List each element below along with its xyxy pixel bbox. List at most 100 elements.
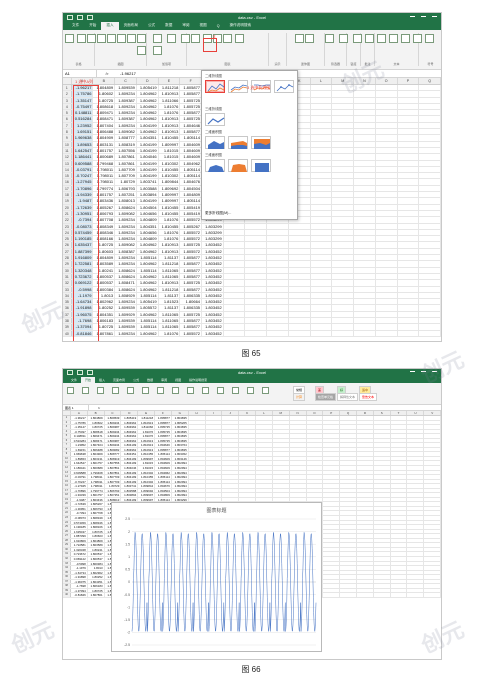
row-number[interactable]: 8	[63, 447, 71, 452]
name-box[interactable]: A1	[63, 70, 97, 77]
row-number[interactable]: 14	[63, 166, 72, 173]
empty-cell[interactable]	[224, 299, 246, 305]
table-cell[interactable]: -1.64734	[71, 570, 88, 575]
table-cell[interactable]: 1.811218	[159, 85, 181, 91]
empty-cell[interactable]	[374, 475, 391, 479]
empty-cell[interactable]	[407, 506, 425, 511]
empty-cell[interactable]	[398, 210, 420, 217]
empty-cell[interactable]	[376, 135, 398, 141]
empty-cell[interactable]	[340, 516, 357, 520]
empty-cell[interactable]	[374, 502, 391, 506]
empty-cell[interactable]	[398, 129, 420, 135]
empty-cell[interactable]	[245, 292, 268, 299]
empty-cell[interactable]	[357, 438, 374, 443]
table-cell[interactable]: 0.723672	[71, 552, 88, 556]
cell-style-7[interactable]: 警告文本	[359, 393, 378, 401]
empty-cell[interactable]	[391, 566, 408, 570]
empty-cell[interactable]	[376, 204, 398, 210]
empty-cell[interactable]	[256, 493, 273, 497]
table-cell[interactable]: -0.5998	[71, 561, 88, 566]
empty-cell[interactable]	[354, 261, 376, 267]
empty-cell[interactable]	[311, 236, 333, 242]
empty-cell[interactable]	[239, 434, 257, 438]
empty-cell[interactable]	[391, 447, 408, 452]
empty-cell[interactable]	[354, 110, 376, 116]
empty-cell[interactable]	[311, 324, 333, 330]
table-cell[interactable]: 1.804656	[137, 229, 159, 236]
row-number[interactable]: 36	[63, 305, 72, 311]
row-number[interactable]: 4	[63, 103, 72, 110]
empty-cell[interactable]	[311, 192, 333, 198]
empty-cell[interactable]	[267, 311, 289, 317]
row-number[interactable]: 19	[63, 497, 71, 502]
empty-cell[interactable]	[267, 261, 289, 267]
table-cell[interactable]: 1.805114	[155, 497, 172, 502]
empty-cell[interactable]	[424, 479, 441, 484]
row-number[interactable]: 28	[63, 538, 71, 543]
table-cell[interactable]: 1.810913	[138, 447, 156, 452]
empty-cell[interactable]	[323, 425, 341, 429]
empty-cell[interactable]	[376, 267, 398, 273]
table-cell[interactable]: 1.809387	[105, 438, 122, 443]
row-number[interactable]: 15	[63, 173, 72, 179]
row-number[interactable]: 38	[63, 584, 71, 588]
empty-cell[interactable]	[323, 516, 341, 520]
row-number[interactable]: 7	[63, 122, 72, 129]
empty-cell[interactable]	[424, 484, 441, 488]
row-number[interactable]: 6	[63, 438, 71, 443]
empty-cell[interactable]	[340, 538, 357, 543]
empty-cell[interactable]	[332, 286, 355, 292]
empty-cell[interactable]	[311, 210, 333, 217]
empty-cell[interactable]	[374, 525, 391, 529]
empty-cell[interactable]	[311, 248, 333, 255]
column-header-D[interactable]: D	[121, 411, 139, 415]
empty-cell[interactable]	[332, 210, 355, 217]
table-cell[interactable]: 1.804962	[180, 160, 203, 166]
empty-cell[interactable]	[407, 420, 425, 425]
row-number[interactable]: 12	[63, 154, 72, 160]
empty-cell[interactable]	[245, 286, 268, 292]
empty-cell[interactable]	[332, 154, 355, 160]
table-cell[interactable]: 1.804609	[180, 141, 203, 147]
table-cell[interactable]: 1.809844	[159, 179, 181, 185]
window-controls[interactable]	[410, 369, 437, 376]
empty-cell[interactable]	[354, 154, 376, 160]
ribbon-button-8[interactable]: 屏幕截图	[137, 46, 146, 56]
table-cell[interactable]: 1.808349	[88, 516, 105, 520]
column-header-L[interactable]: L	[311, 78, 333, 84]
empty-cell[interactable]	[424, 434, 441, 438]
row-number[interactable]: 3	[63, 97, 72, 103]
empty-cell[interactable]	[391, 434, 408, 438]
table-cell[interactable]: 1.810913	[159, 242, 181, 248]
empty-cell[interactable]	[206, 493, 223, 497]
empty-cell[interactable]	[311, 223, 333, 229]
empty-cell[interactable]	[407, 484, 425, 488]
empty-cell[interactable]	[357, 570, 374, 575]
table-cell[interactable]: 1.810913	[159, 129, 181, 135]
row-number[interactable]: 32	[63, 280, 72, 286]
table-cell[interactable]: 1.802994	[172, 461, 189, 466]
empty-cell[interactable]	[391, 429, 408, 434]
table-cell[interactable]: 1.81076	[159, 330, 181, 336]
table-cell[interactable]: 1.804199	[121, 456, 139, 461]
empty-cell[interactable]	[407, 452, 425, 456]
empty-cell[interactable]	[407, 447, 425, 452]
table-cell[interactable]: 1.805114	[180, 198, 203, 204]
empty-cell[interactable]	[311, 173, 333, 179]
empty-cell[interactable]	[340, 575, 357, 579]
table-cell[interactable]: 1.805419	[137, 85, 159, 91]
empty-cell[interactable]	[332, 261, 355, 267]
empty-cell[interactable]	[357, 429, 374, 434]
empty-cell[interactable]	[289, 280, 311, 286]
empty-cell[interactable]	[398, 198, 420, 204]
empty-cell[interactable]	[307, 425, 324, 429]
table-cell[interactable]: 1.811066	[138, 425, 156, 429]
table-cell[interactable]: 1.803452	[202, 286, 224, 292]
table-cell[interactable]: 1.804351	[137, 223, 159, 229]
row-number[interactable]: 12	[63, 466, 71, 470]
empty-cell[interactable]	[376, 129, 398, 135]
empty-cell[interactable]	[424, 429, 441, 434]
row-number[interactable]: 10	[63, 141, 72, 147]
column-header-E[interactable]: E	[159, 78, 181, 84]
area-3d-option[interactable]	[205, 159, 225, 172]
